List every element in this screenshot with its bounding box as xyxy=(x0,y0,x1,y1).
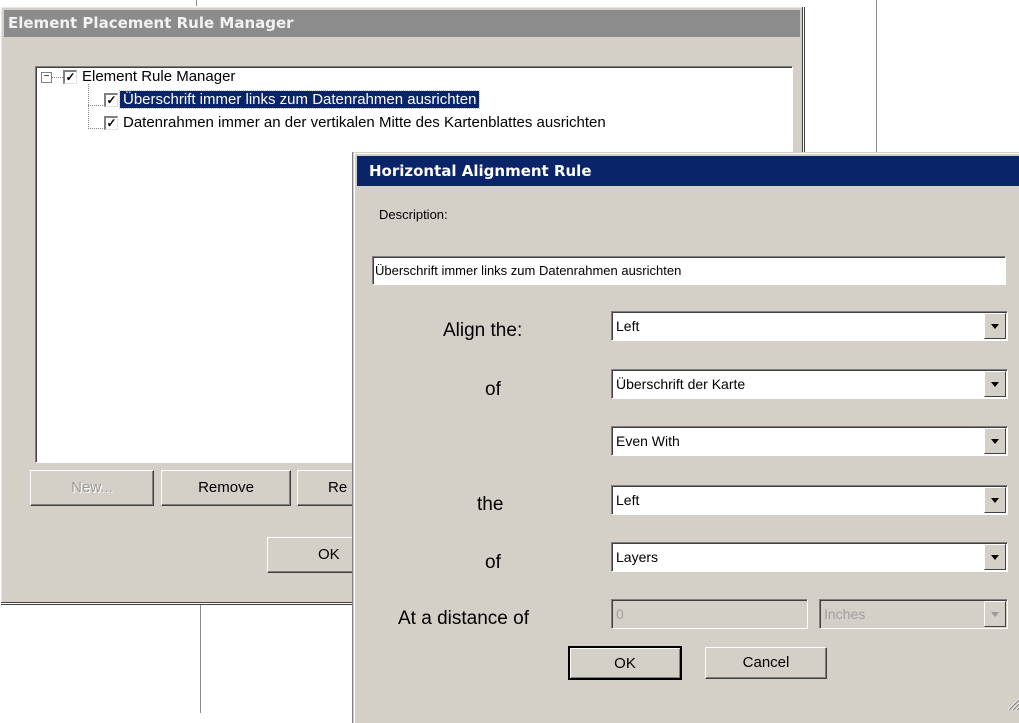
dropdown-arrow-icon[interactable] xyxy=(984,487,1006,513)
manager-title: Element Placement Rule Manager xyxy=(4,10,800,37)
remove-rule-button[interactable]: Remove xyxy=(161,470,291,506)
tree-node-label: Datenrahmen immer an der vertikalen Mitt… xyxy=(123,114,606,131)
target-edge-value: Left xyxy=(616,492,640,508)
distance-input[interactable]: 0 xyxy=(611,599,808,629)
tree-rule-node[interactable]: Datenrahmen immer an der vertikalen Mitt… xyxy=(120,113,609,133)
tree-node-label: Überschrift immer links zum Datenrahmen … xyxy=(118,90,481,109)
dropdown-arrow-icon[interactable] xyxy=(984,313,1006,339)
tree-connector xyxy=(88,84,89,129)
guide-line xyxy=(876,0,877,152)
relation-select[interactable]: Even With xyxy=(611,426,1008,456)
units-select[interactable]: Inches xyxy=(819,599,1008,629)
units-value: Inches xyxy=(824,606,866,622)
checkbox-checked-icon[interactable]: ✓ xyxy=(104,93,118,107)
tree-rule-node[interactable]: Überschrift immer links zum Datenrahmen … xyxy=(118,90,481,110)
source-element-select[interactable]: Überschrift der Karte xyxy=(611,369,1008,399)
target-element-value: Layers xyxy=(616,549,659,565)
description-input[interactable]: Überschrift immer links zum Datenrahmen … xyxy=(372,256,1006,285)
tree-collapse-icon[interactable]: − xyxy=(41,72,52,83)
resize-grip-icon[interactable] xyxy=(1006,697,1019,711)
dropdown-arrow-icon[interactable] xyxy=(984,544,1006,570)
checkbox-checked-icon[interactable]: ✓ xyxy=(104,116,118,130)
distance-label: At a distance of xyxy=(398,608,529,629)
relation-value: Even With xyxy=(616,433,680,449)
align-edge-value: Left xyxy=(616,318,640,334)
rule-cancel-button[interactable]: Cancel xyxy=(705,647,827,679)
tree-connector xyxy=(88,128,103,129)
tree-root-node[interactable]: Element Rule Manager xyxy=(79,67,238,87)
target-element-select[interactable]: Layers xyxy=(611,542,1008,572)
dropdown-arrow-icon[interactable] xyxy=(984,601,1006,627)
of-label: of xyxy=(485,379,501,400)
rule-dialog-title: Horizontal Alignment Rule xyxy=(357,156,1019,186)
dropdown-arrow-icon[interactable] xyxy=(984,371,1006,397)
source-element-value: Überschrift der Karte xyxy=(616,376,746,392)
horizontal-alignment-rule-dialog: Horizontal Alignment Rule Description: Ü… xyxy=(353,152,1019,723)
align-edge-select[interactable]: Left xyxy=(611,311,1008,341)
checkbox-checked-icon[interactable]: ✓ xyxy=(63,70,77,84)
target-edge-select[interactable]: Left xyxy=(611,485,1008,515)
guide-line xyxy=(200,602,201,713)
the-label: the xyxy=(477,494,504,515)
dropdown-arrow-icon[interactable] xyxy=(984,428,1006,454)
align-the-label: Align the: xyxy=(443,320,523,341)
new-rule-button[interactable]: New... xyxy=(30,470,154,506)
tree-node-label: Element Rule Manager xyxy=(82,68,236,85)
rule-ok-button[interactable]: OK xyxy=(568,646,682,680)
description-label: Description: xyxy=(379,207,448,222)
tree-connector xyxy=(88,105,103,106)
of-label: of xyxy=(485,552,501,573)
